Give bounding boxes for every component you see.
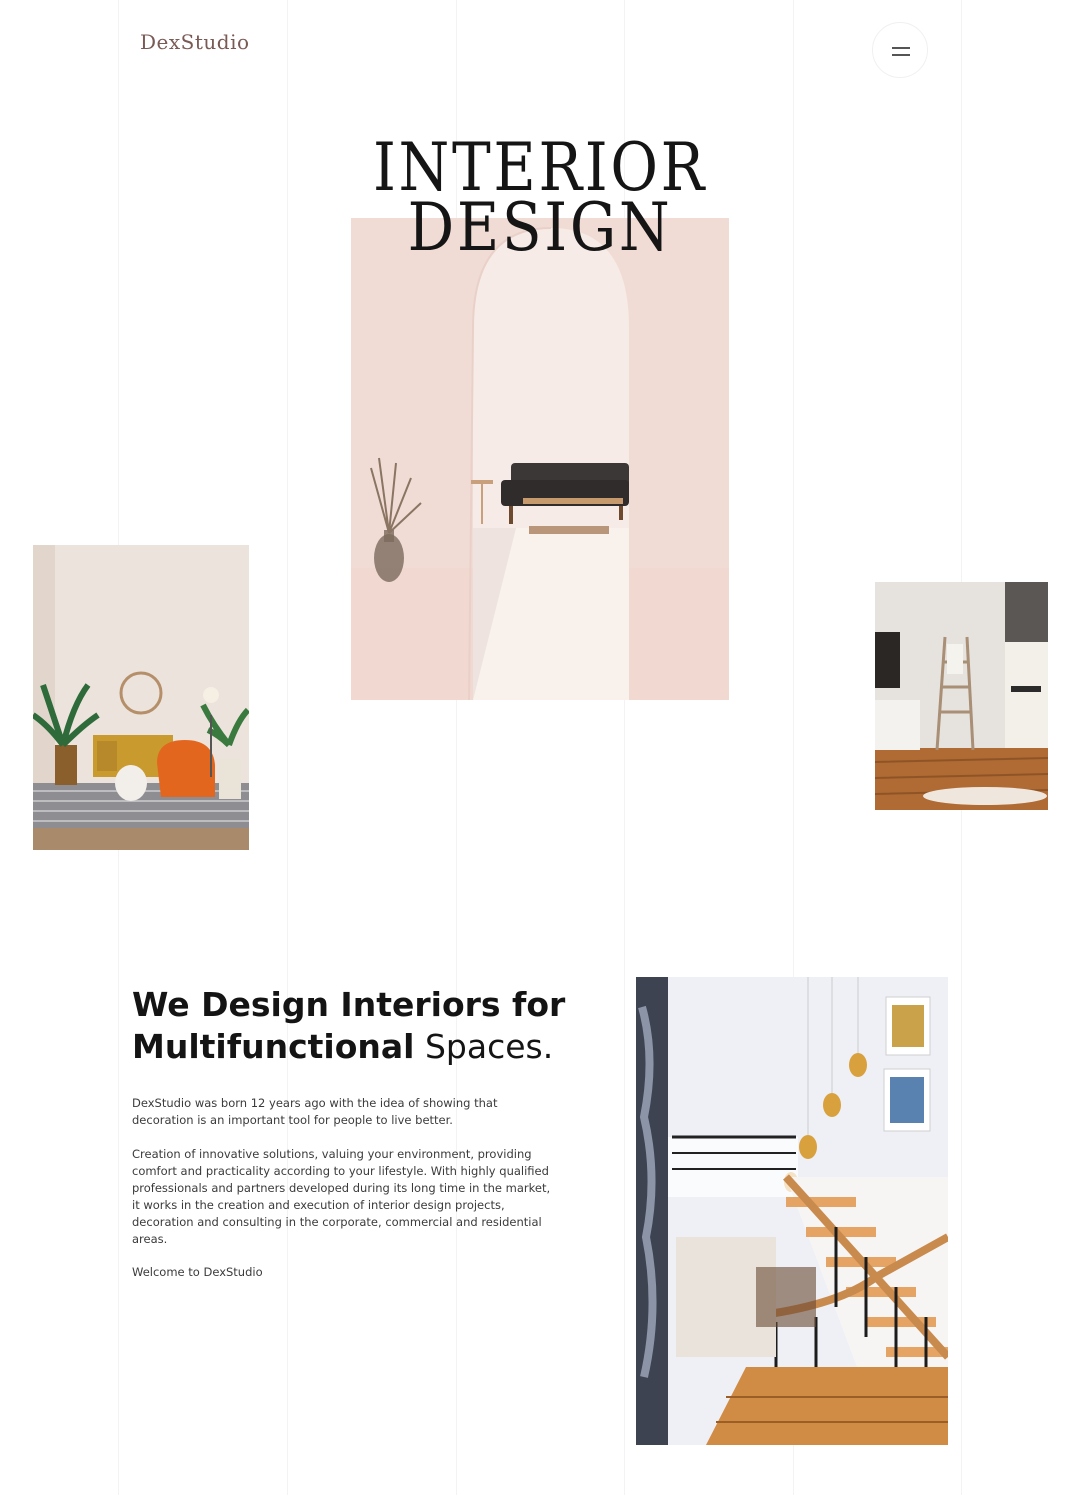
headline-bold-2: Multifunctional xyxy=(132,1027,415,1066)
hallway-image xyxy=(875,582,1048,810)
headline-light: Spaces. xyxy=(424,1027,554,1066)
about-headline: We Design Interiors for Multifunctional … xyxy=(132,984,572,1068)
site-logo[interactable]: DexStudio xyxy=(140,30,250,54)
living-room-image xyxy=(33,545,249,850)
menu-button[interactable] xyxy=(872,22,928,78)
about-paragraph-3: Welcome to DexStudio xyxy=(132,1265,263,1279)
living-room-illustration xyxy=(33,545,249,850)
hamburger-menu-icon-line xyxy=(892,54,910,56)
staircase-image xyxy=(636,977,948,1445)
about-paragraph-2: Creation of innovative solutions, valuin… xyxy=(132,1147,551,1246)
hero-room-illustration xyxy=(351,218,729,700)
hamburger-menu-icon xyxy=(892,47,910,49)
hero-title-line2: DESIGN xyxy=(407,189,673,266)
hero-image xyxy=(351,218,729,700)
about-paragraph-1: DexStudio was born 12 years ago with the… xyxy=(132,1096,498,1127)
hero-title: INTERIOR DESIGN xyxy=(355,135,725,266)
hallway-illustration xyxy=(875,582,1048,810)
headline-bold-1: We Design Interiors for xyxy=(132,985,566,1024)
staircase-illustration xyxy=(636,977,948,1445)
